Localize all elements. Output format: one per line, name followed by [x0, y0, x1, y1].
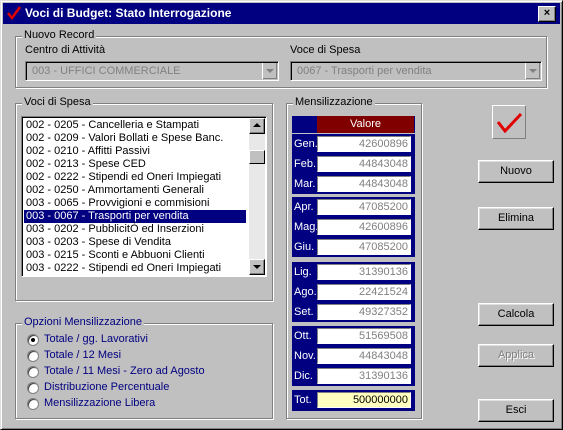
month-label: Gen. — [294, 138, 318, 150]
month-label: Dic. — [294, 370, 313, 382]
list-item-selected[interactable]: 003 - 0067 - Trasporti per vendita — [24, 210, 246, 223]
month-label: Mar. — [294, 178, 316, 190]
window: Voci di Budget: Stato Interrogazione × N… — [0, 0, 563, 430]
list-item[interactable]: 003 - 0215 - Sconti e Abbuoni Clienti — [26, 249, 246, 262]
voce-di-spesa-value: 0067 - Trasporti per vendita — [297, 65, 432, 77]
month-row: Dic. 31390136 — [292, 367, 415, 386]
window-title: Voci di Budget: Stato Interrogazione — [25, 6, 232, 20]
esci-button[interactable]: Esci — [478, 399, 554, 422]
month-value-field[interactable]: 31390136 — [317, 264, 411, 280]
voci-di-spesa-list[interactable]: 002 - 0205 - Cancelleria e Stampati 002 … — [21, 116, 267, 277]
month-block-q1: Gen. 42600896 Feb. 44843048 Mar. 44843048 — [292, 134, 415, 194]
centro-attivita-value: 003 - UFFICI COMMERCIALE — [32, 65, 181, 77]
voci-di-spesa-legend: Voci di Spesa — [22, 96, 93, 108]
list-item[interactable]: 003 - 0065 - Provvigioni e commisioni — [26, 197, 246, 210]
list-item[interactable]: 002 - 0210 - Affitti Passivi — [26, 145, 246, 158]
scroll-down-icon[interactable] — [249, 259, 265, 275]
radio-icon[interactable] — [27, 382, 39, 394]
opzioni-legend: Opzioni Mensilizzazione — [22, 316, 144, 328]
list-scrollbar[interactable] — [249, 118, 265, 275]
month-row: Set. 49327352 — [292, 303, 415, 322]
nuovo-button[interactable]: Nuovo — [478, 160, 554, 183]
month-row: Apr. 47085200 — [292, 198, 415, 217]
month-label: Nov. — [294, 350, 316, 362]
list-item[interactable]: 003 - 0203 - Spese di Vendita — [26, 236, 246, 249]
month-value-field[interactable]: 22421524 — [317, 284, 411, 300]
list-item[interactable]: 003 - 0202 - PubblicitÒ ed Inserzioni — [26, 223, 246, 236]
list-item[interactable]: 002 - 0250 - Ammortamenti Generali — [26, 184, 246, 197]
month-row: Feb. 44843048 — [292, 155, 415, 174]
month-label: Lig. — [294, 266, 312, 278]
total-row: Tot. 500000000 — [292, 391, 415, 410]
month-row: Mag. 42600896 — [292, 218, 415, 237]
month-value-field[interactable]: 51569508 — [317, 328, 411, 344]
month-value-field[interactable]: 44843048 — [317, 156, 411, 172]
list-item[interactable]: 002 - 0209 - Valori Bollati e Spese Banc… — [26, 132, 246, 145]
calcola-button[interactable]: Calcola — [478, 303, 554, 326]
month-value-field[interactable]: 44843048 — [317, 176, 411, 192]
month-value-field[interactable]: 42600896 — [317, 136, 411, 152]
radio-icon[interactable] — [27, 366, 39, 378]
month-label: Apr. — [294, 201, 314, 213]
radio-icon[interactable] — [27, 350, 39, 362]
month-row: Lig. 31390136 — [292, 263, 415, 282]
month-value-field[interactable]: 47085200 — [317, 239, 411, 255]
month-value-field[interactable]: 31390136 — [317, 368, 411, 384]
month-row: Giu. 47085200 — [292, 238, 415, 257]
radio-label: Distribuzione Percentuale — [44, 381, 170, 393]
total-block: Tot. 500000000 — [292, 390, 415, 411]
total-label: Tot. — [294, 394, 312, 406]
mensilizzazione-legend: Mensilizzazione — [293, 96, 375, 108]
scroll-up-icon[interactable] — [249, 118, 265, 134]
month-row: Mar. 44843048 — [292, 175, 415, 194]
radio-selected-icon[interactable] — [27, 334, 39, 346]
elimina-button[interactable]: Elimina — [478, 207, 554, 230]
confirm-check-icon — [492, 105, 526, 139]
month-label: Ott. — [294, 330, 312, 342]
month-row: Gen. 42600896 — [292, 135, 415, 154]
radio-label: Totale / 11 Mesi - Zero ad Agosto — [44, 365, 205, 377]
month-value-field[interactable]: 49327352 — [317, 304, 411, 320]
total-value-field[interactable]: 500000000 — [317, 392, 411, 408]
radio-label: Totale / gg. Lavorativi — [44, 333, 148, 345]
month-row: Nov. 44843048 — [292, 347, 415, 366]
month-block-q4: Ott. 51569508 Nov. 44843048 Dic. 31390136 — [292, 326, 415, 386]
month-value-field[interactable]: 44843048 — [317, 348, 411, 364]
valore-header: Valore — [317, 116, 414, 133]
month-label: Ago. — [294, 286, 317, 298]
list-item[interactable]: 002 - 0222 - Stipendi ed Oneri Impiegati — [26, 171, 246, 184]
nuovo-record-legend: Nuovo Record — [22, 29, 97, 41]
radio-label: Mensilizzazione Libera — [44, 397, 156, 409]
month-block-q2: Apr. 47085200 Mag. 42600896 Giu. 47085200 — [292, 197, 415, 257]
centro-attivita-label: Centro di Attività — [25, 44, 106, 56]
month-block-q3: Lig. 31390136 Ago. 22421524 Set. 49327352 — [292, 262, 415, 322]
list-item[interactable]: 002 - 0205 - Cancelleria e Stampati — [26, 119, 246, 132]
month-row: Ago. 22421524 — [292, 283, 415, 302]
chevron-down-icon[interactable] — [525, 63, 540, 79]
chevron-down-icon[interactable] — [262, 63, 277, 79]
list-item[interactable]: 003 - 0222 - Stipendi ed Oneri Impiegati — [26, 262, 246, 275]
month-value-field[interactable]: 42600896 — [317, 219, 411, 235]
voce-di-spesa-select[interactable]: 0067 - Trasporti per vendita — [290, 61, 542, 81]
radio-label: Totale / 12 Mesi — [44, 349, 122, 361]
applica-button[interactable]: Applica — [478, 344, 554, 367]
scroll-thumb[interactable] — [249, 150, 265, 164]
month-label: Feb. — [294, 158, 317, 170]
list-item[interactable]: 002 - 0213 - Spese CED — [26, 158, 246, 171]
close-icon: × — [543, 7, 551, 19]
radio-icon[interactable] — [27, 398, 39, 410]
month-value-field[interactable]: 47085200 — [317, 199, 411, 215]
month-label: Mag. — [294, 221, 319, 233]
month-row: Ott. 51569508 — [292, 327, 415, 346]
checkmark-app-icon — [7, 6, 21, 21]
month-label: Giu. — [294, 241, 315, 253]
centro-attivita-select[interactable]: 003 - UFFICI COMMERCIALE — [25, 61, 279, 81]
voce-di-spesa-label: Voce di Spesa — [290, 44, 361, 56]
month-label: Set. — [294, 306, 314, 318]
close-button[interactable]: × — [538, 6, 556, 22]
title-bar: Voci di Budget: Stato Interrogazione × — [3, 3, 560, 24]
